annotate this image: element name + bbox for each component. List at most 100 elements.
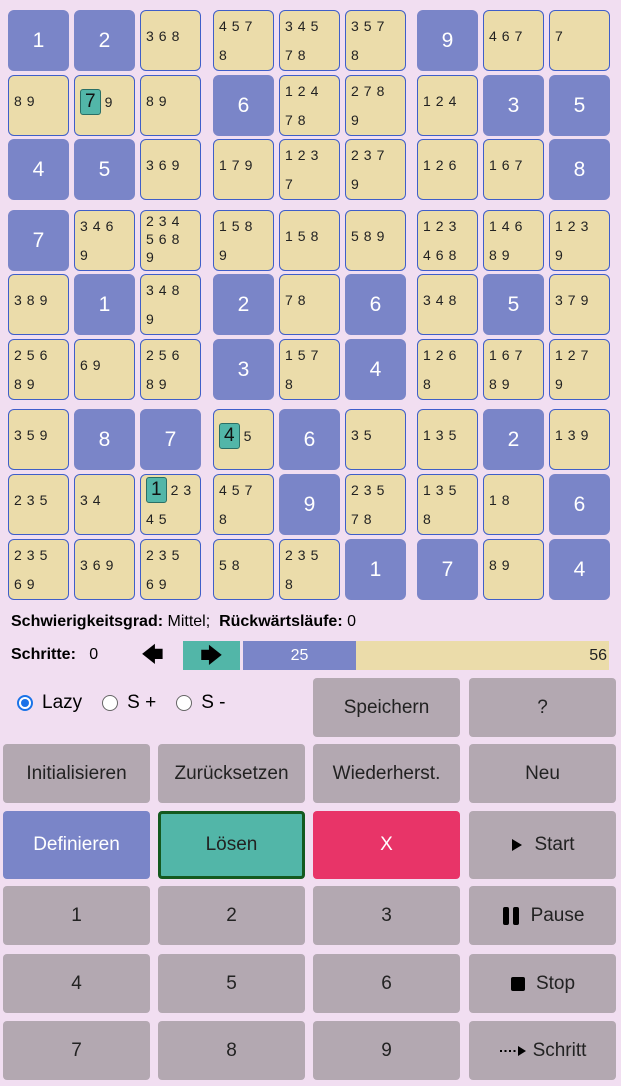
candidate-cell[interactable]: 345 78: [279, 10, 340, 71]
step-forward-arrow-icon[interactable]: 🡆: [183, 641, 240, 670]
given-cell[interactable]: 8: [549, 139, 610, 200]
given-cell[interactable]: 7: [417, 539, 478, 600]
candidate-cell[interactable]: 235 69: [140, 539, 201, 600]
given-cell[interactable]: 5: [483, 274, 544, 335]
solve-button[interactable]: Lösen: [158, 811, 305, 879]
candidate-cell[interactable]: 235 78: [345, 474, 406, 535]
help-button[interactable]: ?: [469, 678, 616, 737]
candidate-cell[interactable]: 235: [8, 474, 69, 535]
candidate-cell[interactable]: 89: [483, 539, 544, 600]
given-cell[interactable]: 7: [140, 409, 201, 470]
given-cell[interactable]: 4: [8, 139, 69, 200]
given-cell[interactable]: 6: [213, 75, 274, 136]
candidate-cell[interactable]: 126 8: [417, 339, 478, 400]
candidate-cell[interactable]: 256 89: [140, 339, 201, 400]
initialize-button[interactable]: Initialisieren: [3, 744, 150, 803]
candidate-cell[interactable]: 34: [74, 474, 135, 535]
digit-button-3[interactable]: 3: [313, 886, 460, 945]
candidate-cell[interactable]: 359: [8, 409, 69, 470]
candidate-cell[interactable]: 235 69: [8, 539, 69, 600]
given-cell[interactable]: 3: [483, 75, 544, 136]
digit-button-5[interactable]: 5: [158, 954, 305, 1013]
candidate-cell[interactable]: 146 89: [483, 210, 544, 271]
given-cell[interactable]: 2: [74, 10, 135, 71]
given-cell[interactable]: 5: [74, 139, 135, 200]
candidate-cell[interactable]: 69: [74, 339, 135, 400]
step-button[interactable]: Schritt: [469, 1021, 616, 1080]
candidate-cell[interactable]: 379: [549, 274, 610, 335]
s-minus-radio[interactable]: [176, 695, 193, 711]
candidate-cell[interactable]: 237 9: [345, 139, 406, 200]
candidate-cell[interactable]: 123 468: [417, 210, 478, 271]
candidate-cell[interactable]: 389: [8, 274, 69, 335]
save-button[interactable]: Speichern: [313, 678, 460, 737]
candidate-cell[interactable]: 346 9: [74, 210, 135, 271]
hint-cell[interactable]: 45: [213, 409, 274, 470]
stop-button[interactable]: Stop: [469, 954, 616, 1013]
digit-button-9[interactable]: 9: [313, 1021, 460, 1080]
given-cell[interactable]: 8: [74, 409, 135, 470]
candidate-cell[interactable]: 179: [213, 139, 274, 200]
candidate-cell[interactable]: 135: [417, 409, 478, 470]
given-cell[interactable]: 6: [279, 409, 340, 470]
s-plus-radio[interactable]: [102, 695, 119, 711]
digit-button-4[interactable]: 4: [3, 954, 150, 1013]
given-cell[interactable]: 4: [549, 539, 610, 600]
candidate-cell[interactable]: 234 568 9: [140, 210, 201, 271]
candidate-cell[interactable]: 348: [417, 274, 478, 335]
candidate-cell[interactable]: 123 9: [549, 210, 610, 271]
step-back-arrow-icon[interactable]: 🡄: [141, 642, 164, 668]
candidate-cell[interactable]: 7: [549, 10, 610, 71]
candidate-cell[interactable]: 167 89: [483, 339, 544, 400]
candidate-cell[interactable]: 89: [140, 75, 201, 136]
given-cell[interactable]: 1: [74, 274, 135, 335]
candidate-cell[interactable]: 158 9: [213, 210, 274, 271]
candidate-cell[interactable]: 127 9: [549, 339, 610, 400]
candidate-cell[interactable]: 139: [549, 409, 610, 470]
candidate-cell[interactable]: 158: [279, 210, 340, 271]
restore-button[interactable]: Wiederherst.: [313, 744, 460, 803]
start-button[interactable]: Start: [469, 811, 616, 879]
given-cell[interactable]: 4: [345, 339, 406, 400]
candidate-cell[interactable]: 235 8: [279, 539, 340, 600]
digit-button-1[interactable]: 1: [3, 886, 150, 945]
candidate-cell[interactable]: 157 8: [279, 339, 340, 400]
given-cell[interactable]: 2: [213, 274, 274, 335]
given-cell[interactable]: 3: [213, 339, 274, 400]
clear-button[interactable]: X: [313, 811, 460, 879]
new-button[interactable]: Neu: [469, 744, 616, 803]
candidate-cell[interactable]: 18: [483, 474, 544, 535]
candidate-cell[interactable]: 278 9: [345, 75, 406, 136]
candidate-cell[interactable]: 369: [140, 139, 201, 200]
reset-button[interactable]: Zurücksetzen: [158, 744, 305, 803]
define-button[interactable]: Definieren: [3, 811, 150, 879]
candidate-cell[interactable]: 369: [74, 539, 135, 600]
candidate-cell[interactable]: 457 8: [213, 10, 274, 71]
hint-cell[interactable]: 1 23 45: [140, 474, 201, 535]
candidate-cell[interactable]: 348 9: [140, 274, 201, 335]
candidate-cell[interactable]: 135 8: [417, 474, 478, 535]
candidate-cell[interactable]: 256 89: [8, 339, 69, 400]
candidate-cell[interactable]: 357 8: [345, 10, 406, 71]
digit-button-2[interactable]: 2: [158, 886, 305, 945]
candidate-cell[interactable]: 124 78: [279, 75, 340, 136]
given-cell[interactable]: 9: [417, 10, 478, 71]
candidate-cell[interactable]: 467: [483, 10, 544, 71]
given-cell[interactable]: 7: [8, 210, 69, 271]
digit-button-7[interactable]: 7: [3, 1021, 150, 1080]
candidate-cell[interactable]: 123 7: [279, 139, 340, 200]
given-cell[interactable]: 6: [549, 474, 610, 535]
candidate-cell[interactable]: 457 8: [213, 474, 274, 535]
given-cell[interactable]: 6: [345, 274, 406, 335]
candidate-cell[interactable]: 89: [8, 75, 69, 136]
given-cell[interactable]: 2: [483, 409, 544, 470]
given-cell[interactable]: 9: [279, 474, 340, 535]
candidate-cell[interactable]: 126: [417, 139, 478, 200]
candidate-cell[interactable]: 589: [345, 210, 406, 271]
candidate-cell[interactable]: 368: [140, 10, 201, 71]
pause-button[interactable]: Pause: [469, 886, 616, 945]
digit-button-8[interactable]: 8: [158, 1021, 305, 1080]
candidate-cell[interactable]: 167: [483, 139, 544, 200]
given-cell[interactable]: 1: [345, 539, 406, 600]
hint-cell[interactable]: 79: [74, 75, 135, 136]
